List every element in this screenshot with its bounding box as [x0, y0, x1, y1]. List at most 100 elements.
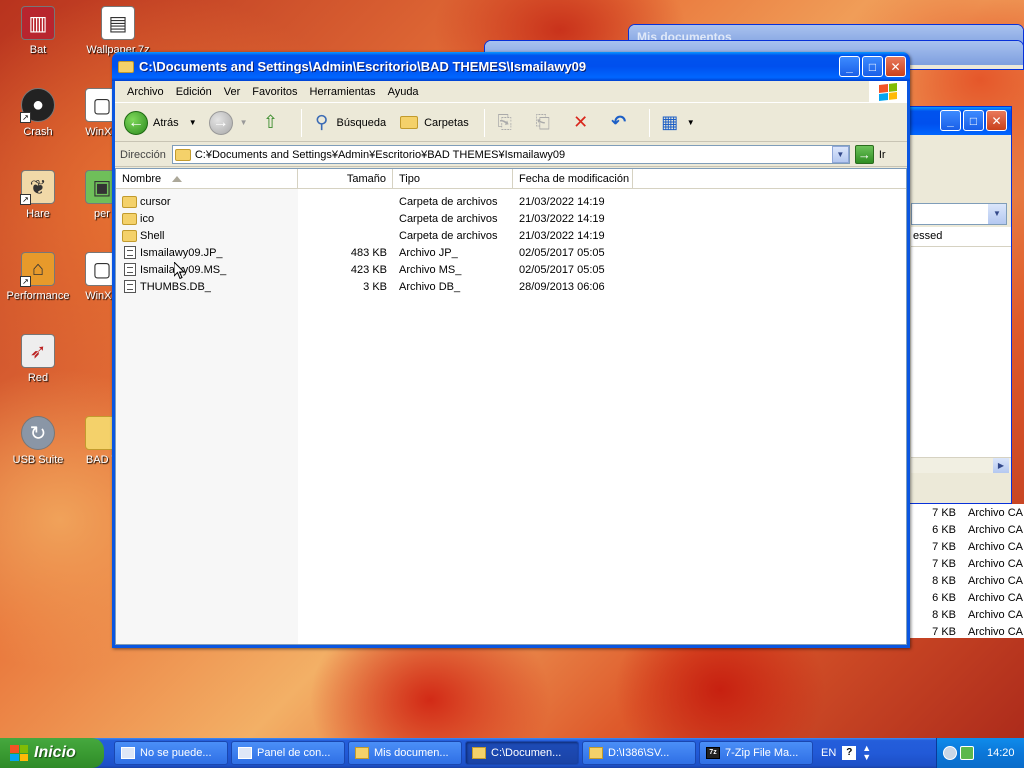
desktop-icon-performance[interactable]: ⌂ ↗ Performance — [2, 252, 74, 302]
file-name-cell: Shell — [116, 229, 298, 242]
file-size: 483 KB — [350, 246, 387, 259]
close-button[interactable]: ✕ — [885, 56, 906, 77]
desktop-icon-crash[interactable]: ● ↗ Crash — [2, 88, 74, 138]
column-header-type[interactable]: Tipo — [393, 169, 513, 189]
background-file-row[interactable]: 7 KB Archivo CA — [906, 555, 1024, 572]
taskbar-button[interactable]: Panel de con... — [231, 741, 345, 765]
file-type: Archivo CA — [968, 591, 1024, 604]
file-size: 7 KB — [932, 540, 956, 553]
desktop-icon-label: Red — [27, 372, 49, 384]
minimize-button[interactable]: _ — [940, 110, 961, 131]
menu-ayuda[interactable]: Ayuda — [382, 86, 425, 98]
language-indicator[interactable]: EN — [821, 747, 836, 759]
network-icon[interactable] — [943, 746, 957, 760]
copy-to-button[interactable]: ⎗ — [529, 107, 561, 139]
file-row[interactable]: Ismailawy09.JP_ 483 KB Archivo JP_ 02/05/20… — [116, 244, 906, 261]
file-row[interactable]: cursor Carpeta de archivos 21/03/2022 14:1… — [116, 193, 906, 210]
file-icon — [124, 280, 136, 293]
help-icon[interactable]: ? — [842, 746, 857, 760]
folders-icon — [398, 112, 420, 134]
menu-ver[interactable]: Ver — [218, 86, 247, 98]
close-button[interactable]: ✕ — [986, 110, 1007, 131]
file-row[interactable]: THUMBS.DB_ 3 KB Archivo DB_ 28/09/2013 06:0… — [116, 278, 906, 295]
file-type: Archivo CA — [968, 523, 1024, 536]
folder-icon — [122, 195, 137, 208]
maximize-button[interactable]: □ — [963, 110, 984, 131]
file-type: Archivo CA — [968, 608, 1024, 621]
file-list-view[interactable]: Nombre Tamaño Tipo Fecha de modificación… — [115, 168, 907, 645]
undo-button[interactable]: ↶ — [605, 107, 637, 139]
background-column-header[interactable]: essed — [911, 227, 1011, 247]
background-file-row[interactable]: 7 KB Archivo CA — [906, 504, 1024, 521]
search-button[interactable]: ⚲ Búsqueda — [308, 107, 390, 139]
address-bar: Dirección C:¥Documents and Settings¥Admi… — [115, 143, 907, 167]
tray-arrows-icon[interactable]: ▲ ▼ — [862, 744, 871, 762]
taskbar-button[interactable]: Mis documen... — [348, 741, 462, 765]
background-file-row[interactable]: 8 KB Archivo CA — [906, 572, 1024, 589]
column-header-date[interactable]: Fecha de modificación — [513, 169, 633, 189]
desktop-icon-wallpaper[interactable]: ▤ Wallpaper.7z — [82, 6, 154, 56]
archive-icon: 7z — [706, 747, 720, 759]
desktop-icon-bat[interactable]: ▥ Bat — [2, 6, 74, 56]
file-type: Archivo CA — [968, 625, 1024, 638]
taskbar-button[interactable]: No se puede... — [114, 741, 228, 765]
file-name: Shell — [140, 229, 165, 242]
chevron-down-icon[interactable]: ▼ — [189, 118, 197, 127]
file-date: 21/03/2022 14:19 — [519, 195, 605, 208]
column-header-size[interactable]: Tamaño — [298, 169, 393, 189]
menu-edicion[interactable]: Edición — [170, 86, 218, 98]
address-input[interactable]: C:¥Documents and Settings¥Admin¥Escritor… — [171, 145, 850, 164]
taskbar-button[interactable]: D:\I386\SV... — [582, 741, 696, 765]
up-folder-button[interactable]: ⇧ — [257, 107, 289, 139]
minimize-button[interactable]: _ — [839, 56, 860, 77]
window-background-3[interactable]: _ □ ✕ ▼ essed ▶ — [906, 106, 1012, 504]
column-header-name[interactable]: Nombre — [116, 169, 298, 189]
go-button[interactable]: → Ir — [854, 145, 886, 164]
desktop-icon-red[interactable]: ➶ Red — [2, 334, 74, 384]
file-row[interactable]: Ismailawy09.MS_ 423 KB Archivo MS_ 02/05/20… — [116, 261, 906, 278]
clock[interactable]: 14:20 — [987, 747, 1015, 759]
background-file-list — [911, 247, 1011, 471]
chevron-right-icon[interactable]: ▶ — [993, 458, 1009, 473]
taskbar-button[interactable]: 7z 7-Zip File Ma... — [699, 741, 813, 765]
bat-icon: ▥ — [21, 6, 55, 40]
up-folder-icon: ⇧ — [262, 112, 279, 132]
forward-button[interactable]: → ▼ — [206, 107, 251, 139]
file-type: Carpeta de archivos — [399, 229, 498, 242]
background-file-row[interactable]: 6 KB Archivo CA — [906, 521, 1024, 538]
file-date: 02/05/2017 05:05 — [519, 246, 605, 259]
views-button[interactable]: ▦ ▼ — [656, 107, 698, 139]
background-file-row[interactable]: 7 KB Archivo CA — [906, 623, 1024, 640]
file-row[interactable]: Shell Carpeta de archivos 21/03/2022 14:19 — [116, 227, 906, 244]
horizontal-scrollbar[interactable]: ▶ — [911, 457, 1011, 473]
file-row[interactable]: ico Carpeta de archivos 21/03/2022 14:19 — [116, 210, 906, 227]
security-icon[interactable] — [960, 746, 974, 760]
background-address-input[interactable]: ▼ — [911, 203, 1007, 225]
background-file-row[interactable]: 7 KB Archivo CA — [906, 538, 1024, 555]
explorer-window[interactable]: C:\Documents and Settings\Admin\Escritor… — [112, 52, 910, 648]
folders-button[interactable]: Carpetas — [395, 107, 472, 139]
windows-logo — [869, 81, 907, 103]
move-to-button[interactable]: ⎘ — [491, 107, 523, 139]
menu-herramientas[interactable]: Herramientas — [304, 86, 382, 98]
chevron-down-icon: ▼ — [239, 118, 248, 127]
menu-favoritos[interactable]: Favoritos — [246, 86, 303, 98]
taskbar-button[interactable]: C:\Documen... — [465, 741, 579, 765]
menu-archivo[interactable]: Archivo — [121, 86, 170, 98]
house-icon: ⌂ ↗ — [20, 252, 55, 287]
delete-button[interactable]: ✕ — [567, 107, 599, 139]
hare-icon: ❦ ↗ — [20, 170, 55, 205]
chevron-down-icon[interactable]: ▼ — [988, 204, 1006, 224]
background-file-row[interactable]: 6 KB Archivo CA — [906, 589, 1024, 606]
title-bar[interactable]: C:\Documents and Settings\Admin\Escritor… — [112, 52, 910, 81]
address-dropdown-button[interactable]: ▼ — [831, 146, 849, 163]
desktop-icon-hare[interactable]: ❦ ↗ Hare — [2, 170, 74, 220]
background-file-row[interactable]: 8 KB Archivo CA — [906, 606, 1024, 623]
back-button[interactable]: ← Atrás ▼ — [121, 107, 200, 139]
folder-icon — [122, 229, 137, 242]
delete-icon: ✕ — [573, 112, 589, 132]
views-icon: ▦ — [661, 112, 679, 132]
start-button[interactable]: Inicio — [0, 738, 104, 768]
maximize-button[interactable]: □ — [862, 56, 883, 77]
desktop-icon-usb-suite[interactable]: ↻ USB Suite — [2, 416, 74, 466]
